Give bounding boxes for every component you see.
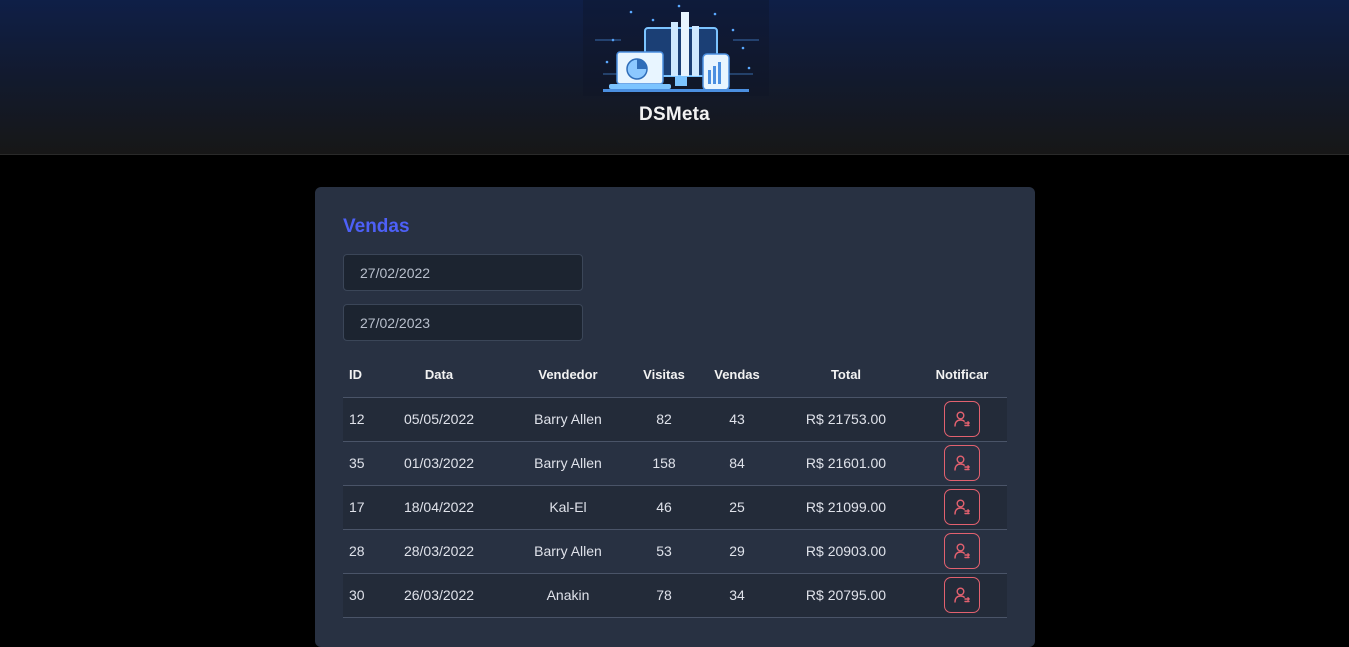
cell-notify: [917, 573, 1007, 618]
table-header-row: ID Data Vendedor Visitas Vendas Total No…: [343, 353, 1007, 398]
cell-visits: 78: [629, 573, 699, 618]
card-title: Vendas: [343, 216, 410, 237]
cell-seller: Barry Allen: [507, 441, 629, 486]
cell-seller: Barry Allen: [507, 397, 629, 442]
notify-button[interactable]: [944, 533, 980, 569]
cell-visits: 46: [629, 485, 699, 530]
cell-date: 28/03/2022: [371, 529, 507, 574]
column-header-id: ID: [343, 353, 371, 398]
cell-id: 35: [343, 441, 371, 486]
table-row: 35 01/03/2022 Barry Allen 158 84 R$ 21601.00: [343, 441, 1007, 486]
cell-notify: [917, 397, 1007, 442]
cell-date: 26/03/2022: [371, 573, 507, 618]
cell-total: R$ 20795.00: [775, 573, 917, 618]
cell-date: 05/05/2022: [371, 397, 507, 442]
cell-total: R$ 21601.00: [775, 441, 917, 486]
cell-id: 30: [343, 573, 371, 618]
column-header-visits: Visitas: [629, 353, 699, 398]
app-title: DSMeta: [639, 104, 710, 125]
max-date-input[interactable]: [343, 304, 583, 341]
cell-notify: [917, 529, 1007, 574]
cell-total: R$ 21753.00: [775, 397, 917, 442]
cell-visits: 158: [629, 441, 699, 486]
cell-notify: [917, 441, 1007, 486]
table-row: 12 05/05/2022 Barry Allen 82 43 R$ 21753.00: [343, 397, 1007, 442]
cell-deals: 43: [699, 397, 775, 442]
sales-table: ID Data Vendedor Visitas Vendas Total No…: [343, 353, 1007, 618]
column-header-seller: Vendedor: [507, 353, 629, 398]
user-notify-icon: [953, 498, 971, 516]
user-notify-icon: [953, 542, 971, 560]
column-header-deals: Vendas: [699, 353, 775, 398]
notify-button[interactable]: [944, 401, 980, 437]
cell-seller: Anakin: [507, 573, 629, 618]
app-header: DSMeta: [0, 0, 1349, 155]
cell-id: 28: [343, 529, 371, 574]
column-header-total: Total: [775, 353, 917, 398]
table-row: 17 18/04/2022 Kal-El 46 25 R$ 21099.00: [343, 485, 1007, 530]
cell-notify: [917, 485, 1007, 530]
cell-date: 01/03/2022: [371, 441, 507, 486]
cell-seller: Barry Allen: [507, 529, 629, 574]
cell-visits: 53: [629, 529, 699, 574]
cell-deals: 84: [699, 441, 775, 486]
cell-deals: 29: [699, 529, 775, 574]
column-header-date: Data: [371, 353, 507, 398]
cell-id: 12: [343, 397, 371, 442]
user-notify-icon: [953, 454, 971, 472]
cell-total: R$ 21099.00: [775, 485, 917, 530]
cell-deals: 25: [699, 485, 775, 530]
cell-seller: Kal-El: [507, 485, 629, 530]
cell-id: 17: [343, 485, 371, 530]
cell-date: 18/04/2022: [371, 485, 507, 530]
cell-visits: 82: [629, 397, 699, 442]
cell-deals: 34: [699, 573, 775, 618]
notify-button[interactable]: [944, 577, 980, 613]
table-row: 30 26/03/2022 Anakin 78 34 R$ 20795.00: [343, 573, 1007, 618]
notify-button[interactable]: [944, 489, 980, 525]
cell-total: R$ 20903.00: [775, 529, 917, 574]
column-header-notify: Notificar: [917, 353, 1007, 398]
table-row: 28 28/03/2022 Barry Allen 53 29 R$ 20903.00: [343, 529, 1007, 574]
notify-button[interactable]: [944, 445, 980, 481]
sales-card: Vendas ID Data Vendedor Visitas Vendas T…: [315, 187, 1035, 647]
user-notify-icon: [953, 410, 971, 428]
min-date-input[interactable]: [343, 254, 583, 291]
user-notify-icon: [953, 586, 971, 604]
dashboard-devices-logo: [583, 0, 769, 96]
